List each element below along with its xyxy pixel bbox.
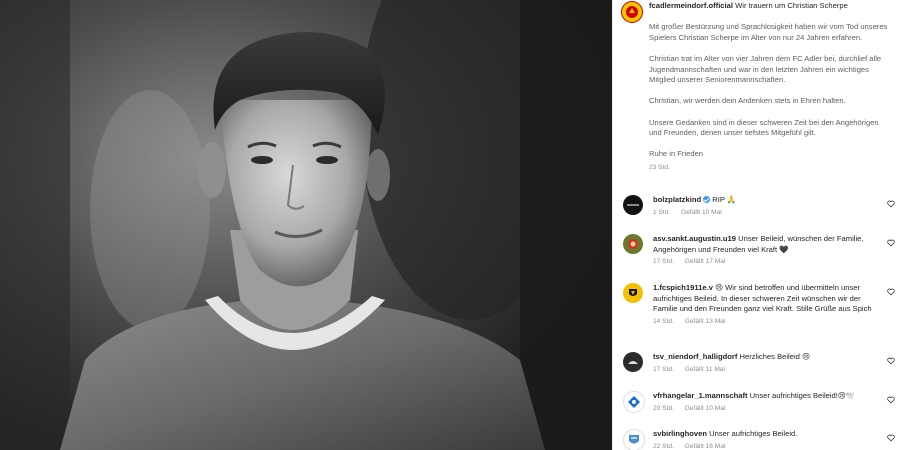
verified-badge-icon	[703, 196, 711, 203]
post-title: Wir trauern um Christian Scherpe	[735, 1, 848, 10]
comment-text: Unser aufrichtiges Beileid!😢🕊️	[749, 391, 856, 400]
caption-paragraph: Ruhe in Frieden	[649, 149, 704, 159]
like-heart-icon[interactable]	[887, 200, 895, 208]
like-heart-icon[interactable]	[887, 396, 895, 404]
commenter-avatar[interactable]	[623, 234, 643, 254]
commenter-avatar[interactable]	[623, 352, 643, 372]
comment-time[interactable]: 14 Std.	[653, 318, 674, 325]
caption-paragraph: Mit großer Bestürzung und Sprachlosigkei…	[649, 22, 888, 42]
commenter-username[interactable]: bolzplatzkind	[653, 195, 701, 204]
comment-time[interactable]: 22 Std.	[653, 443, 674, 450]
commenter-avatar[interactable]	[623, 195, 643, 215]
caption-paragraph: Christian, wir werden dein Andenken stet…	[649, 96, 846, 106]
club-crest-icon	[629, 435, 639, 444]
comment-text: RIP 🙏	[712, 195, 737, 204]
comment-likes[interactable]: Gefällt 11 Mal	[685, 366, 725, 373]
comment-likes[interactable]: Gefällt 10 Mal	[685, 405, 726, 412]
comment-likes[interactable]: Gefällt 16 Mal	[685, 443, 726, 450]
comment-likes[interactable]: Gefällt 17 Mal	[685, 258, 726, 265]
commenter-avatar[interactable]	[623, 429, 645, 450]
commenter-username[interactable]: asv.sankt.augustin.u19	[653, 234, 736, 243]
club-crest-icon	[628, 361, 638, 364]
post-caption: fcadlermeindorf.official Wir trauern um …	[649, 1, 893, 174]
comment-time[interactable]: 17 Std.	[653, 366, 674, 373]
commenter-username[interactable]: 1.fcspich1911e.v	[653, 283, 713, 292]
comment-time[interactable]: 1 Std.	[653, 209, 670, 216]
like-heart-icon[interactable]	[887, 434, 895, 442]
logo-icon	[627, 204, 639, 206]
post-photo[interactable]	[0, 0, 612, 450]
comment-time[interactable]: 17 Std.	[653, 258, 674, 265]
commenter-avatar[interactable]	[623, 283, 643, 303]
comment-text: Herzliches Beileid 😢	[739, 352, 810, 361]
caption-paragraph: Christian trat im Alter von vier Jahren …	[649, 53, 882, 85]
commenter-username[interactable]: svbirlinghoven	[653, 429, 707, 438]
author-avatar[interactable]	[621, 1, 643, 23]
club-crest-icon	[628, 239, 638, 249]
author-username[interactable]: fcadlermeindorf.official	[649, 1, 733, 10]
commenter-username[interactable]: tsv_niendorf_halligdorf	[653, 352, 737, 361]
club-crest-icon	[626, 6, 638, 18]
like-heart-icon[interactable]	[887, 288, 895, 296]
portrait-photo	[0, 0, 612, 450]
comment-likes[interactable]: Gefällt 10 Mal	[681, 209, 722, 216]
club-crest-icon	[629, 289, 637, 296]
club-crest-icon	[628, 396, 640, 408]
comment-time[interactable]: 20 Std.	[653, 405, 674, 412]
post-time[interactable]: 23 Std.	[649, 164, 670, 171]
post-side-panel: fcadlermeindorf.official Wir trauern um …	[612, 0, 900, 450]
caption-paragraph: Unsere Gedanken sind in dieser schweren …	[649, 117, 879, 138]
commenter-avatar[interactable]	[623, 391, 645, 413]
commenter-username[interactable]: vfrhangelar_1.mannschaft	[653, 391, 748, 400]
like-heart-icon[interactable]	[887, 239, 895, 247]
like-heart-icon[interactable]	[887, 357, 895, 365]
comment-text: Unser aufrichtiges Beileid.	[709, 429, 798, 438]
comment-likes[interactable]: Gefällt 13 Mal	[685, 318, 726, 325]
